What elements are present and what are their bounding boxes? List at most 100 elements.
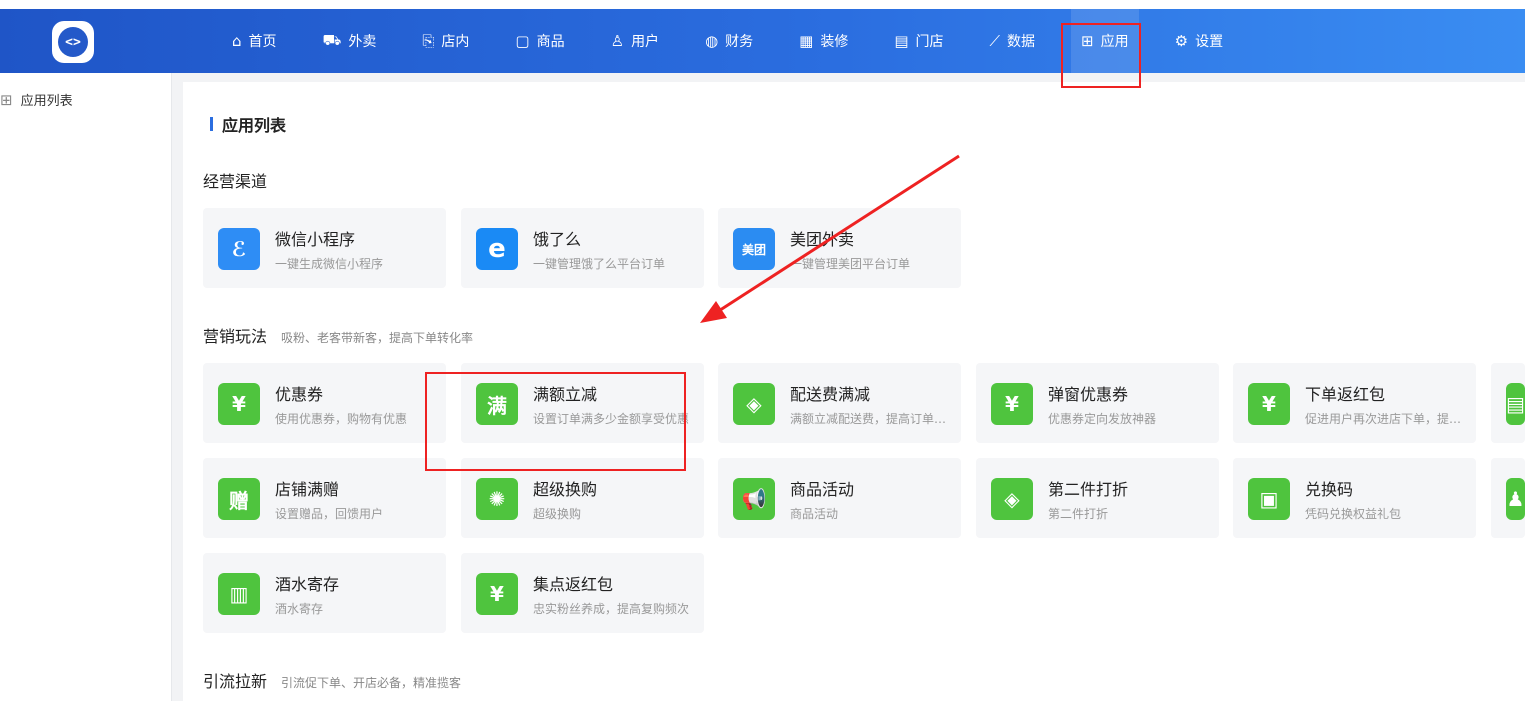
shopping-bag-icon: ▢ bbox=[515, 32, 530, 50]
page-title-text: 应用列表 bbox=[222, 116, 287, 135]
app-logo[interactable]: <> bbox=[52, 21, 94, 63]
section-title-text: 经营渠道 bbox=[203, 172, 268, 191]
card-name: 商品活动 bbox=[790, 480, 855, 499]
line-chart-icon: ⟋ bbox=[989, 32, 1001, 50]
card-desc: 商品活动 bbox=[790, 507, 839, 521]
card-desc: 使用优惠券，购物有优惠 bbox=[275, 412, 408, 426]
storefront-icon: ▦ bbox=[799, 32, 814, 50]
nav-item-takeaway[interactable]: ⛟ 外卖 bbox=[313, 9, 387, 73]
card-name: 弹窗优惠券 bbox=[1048, 385, 1129, 404]
red-packet-icon: ¥ bbox=[476, 573, 518, 615]
app-card-redeem-code[interactable]: ▣ 兑换码 凭码兑换权益礼包 bbox=[1233, 458, 1476, 538]
app-card-coupon[interactable]: ¥ 优惠券 使用优惠券，购物有优惠 bbox=[203, 363, 446, 443]
app-card-partial[interactable]: ▤ bbox=[1491, 363, 1525, 443]
clipboard-icon: ▤ bbox=[1506, 383, 1525, 425]
app-card-partial[interactable]: ♟ bbox=[1491, 458, 1525, 538]
app-card-eleme[interactable]: e 饿了么 一键管理饿了么平台订单 bbox=[461, 208, 704, 288]
sidebar-item-app-list[interactable]: ⊞ 应用列表 bbox=[0, 90, 73, 110]
card-desc: 第二件打折 bbox=[1048, 507, 1109, 521]
coupon-icon: ¥ bbox=[991, 383, 1033, 425]
nav-item-label: 门店 bbox=[915, 34, 944, 50]
card-desc: 一键管理美团平台订单 bbox=[790, 257, 911, 271]
nav-item-label: 外卖 bbox=[348, 34, 377, 50]
card-desc: 满额立减配送费，提高订单转化 bbox=[790, 412, 950, 426]
card-desc: 一键管理饿了么平台订单 bbox=[533, 257, 666, 271]
user-icon: ♙ bbox=[610, 32, 625, 50]
user-icon: ♟ bbox=[1506, 478, 1525, 520]
code-brackets-icon: <> bbox=[58, 27, 88, 57]
nav-item-data[interactable]: ⟋ 数据 bbox=[980, 9, 1046, 73]
card-desc: 设置赠品，回馈用户 bbox=[275, 507, 384, 521]
card-name: 下单返红包 bbox=[1305, 385, 1386, 404]
money-bag-icon: ◍ bbox=[705, 32, 719, 50]
nav-item-label: 数据 bbox=[1007, 34, 1036, 50]
app-card-product-activity[interactable]: 📢 商品活动 商品活动 bbox=[718, 458, 961, 538]
section-subtitle: 吸粉、老客带新客，提高下单转化率 bbox=[281, 331, 474, 345]
card-desc: 酒水寄存 bbox=[275, 602, 324, 616]
app-card-order-red-packet[interactable]: ¥ 下单返红包 促进用户再次进店下单，提高复购 bbox=[1233, 363, 1476, 443]
app-card-popup-coupon[interactable]: ¥ 弹窗优惠券 优惠券定向发放神器 bbox=[976, 363, 1219, 443]
nav-item-products[interactable]: ▢ 商品 bbox=[505, 9, 574, 73]
tag-icon: ◈ bbox=[991, 478, 1033, 520]
gear-icon: ⚙ bbox=[1174, 32, 1189, 50]
section-marketing-title: 营销玩法 吸粉、老客带新客，提高下单转化率 bbox=[203, 323, 473, 347]
nav-item-label: 设置 bbox=[1195, 34, 1224, 50]
app-card-wechat-miniprogram[interactable]: ℰ 微信小程序 一键生成微信小程序 bbox=[203, 208, 446, 288]
section-subtitle: 引流促下单、开店必备，精准揽客 bbox=[281, 676, 462, 690]
nav-item-settings[interactable]: ⚙ 设置 bbox=[1165, 9, 1233, 73]
card-desc: 超级换购 bbox=[533, 507, 582, 521]
store-icon: ▤ bbox=[894, 32, 909, 50]
nav-item-users[interactable]: ♙ 用户 bbox=[601, 9, 669, 73]
card-name: 兑换码 bbox=[1305, 480, 1354, 499]
main-content: 应用列表 经营渠道 ℰ 微信小程序 一键生成微信小程序 e 饿了么 一键管理饿了… bbox=[183, 82, 1525, 701]
nav-item-label: 装修 bbox=[820, 34, 849, 50]
title-accent-bar bbox=[210, 117, 213, 131]
storage-icon: ▥ bbox=[218, 573, 260, 615]
annotation-box-full-reduction bbox=[425, 372, 686, 471]
section-traffic-title: 引流拉新 引流促下单、开店必备，精准揽客 bbox=[203, 668, 461, 692]
card-name: 美团外卖 bbox=[790, 230, 855, 249]
card-desc: 忠实粉丝养成，提高复购频次 bbox=[533, 602, 690, 616]
wheel-icon: ✺ bbox=[476, 478, 518, 520]
card-name: 优惠券 bbox=[275, 385, 324, 404]
card-name: 饿了么 bbox=[533, 230, 582, 249]
nav-item-dine-in[interactable]: ⎘ 店内 bbox=[412, 9, 479, 73]
app-card-second-item-discount[interactable]: ◈ 第二件打折 第二件打折 bbox=[976, 458, 1219, 538]
nav-item-label: 财务 bbox=[725, 34, 754, 50]
nav-item-decoration[interactable]: ▦ 装修 bbox=[789, 9, 858, 73]
app-card-delivery-fee-reduction[interactable]: ◈ 配送费满减 满额立减配送费，提高订单转化 bbox=[718, 363, 961, 443]
dine-in-icon: ⎘ bbox=[422, 32, 435, 50]
nav-item-label: 店内 bbox=[441, 34, 470, 50]
red-packet-icon: ¥ bbox=[1248, 383, 1290, 425]
nav-item-label: 商品 bbox=[536, 34, 565, 50]
card-desc: 促进用户再次进店下单，提高复购 bbox=[1305, 412, 1465, 426]
eleme-icon: e bbox=[476, 228, 518, 270]
app-card-meituan[interactable]: 美团 美团外卖 一键管理美团平台订单 bbox=[718, 208, 961, 288]
app-card-store-gift[interactable]: 赠 店铺满赠 设置赠品，回馈用户 bbox=[203, 458, 446, 538]
section-title-text: 营销玩法 bbox=[203, 327, 268, 346]
price-tag-icon: ◈ bbox=[733, 383, 775, 425]
app-card-points-red-packet[interactable]: ¥ 集点返红包 忠实粉丝养成，提高复购频次 bbox=[461, 553, 704, 633]
nav-item-finance[interactable]: ◍ 财务 bbox=[695, 9, 763, 73]
sidebar: ⊞ 应用列表 bbox=[0, 73, 172, 701]
gift-box-icon: ▣ bbox=[1248, 478, 1290, 520]
top-navigation-bar: <> ⌂ 首页 ⛟ 外卖 ⎘ 店内 ▢ 商品 ♙ 用户 ◍ 财务 ▦ 装修 ▤ 门店 ⟋ 数据 ⊞… bbox=[0, 9, 1525, 73]
card-name: 集点返红包 bbox=[533, 575, 614, 594]
sidebar-item-label: 应用列表 bbox=[20, 94, 73, 109]
apps-grid-icon: ⊞ bbox=[0, 90, 13, 109]
meituan-icon: 美团 bbox=[733, 228, 775, 270]
card-name: 第二件打折 bbox=[1048, 480, 1129, 499]
megaphone-icon: 📢 bbox=[733, 478, 775, 520]
page-title: 应用列表 bbox=[210, 112, 286, 136]
nav-item-stores[interactable]: ▤ 门店 bbox=[884, 9, 953, 73]
app-card-wine-storage[interactable]: ▥ 酒水寄存 酒水寄存 bbox=[203, 553, 446, 633]
delivery-icon: ⛟ bbox=[322, 31, 342, 49]
nav-item-home[interactable]: ⌂ 首页 bbox=[222, 9, 287, 73]
card-name: 微信小程序 bbox=[275, 230, 356, 249]
card-name: 店铺满赠 bbox=[275, 480, 340, 499]
gift-icon: 赠 bbox=[218, 478, 260, 520]
home-icon: ⌂ bbox=[232, 32, 242, 50]
card-desc: 凭码兑换权益礼包 bbox=[1305, 507, 1402, 521]
card-name: 酒水寄存 bbox=[275, 575, 340, 594]
section-title-text: 引流拉新 bbox=[203, 672, 268, 691]
